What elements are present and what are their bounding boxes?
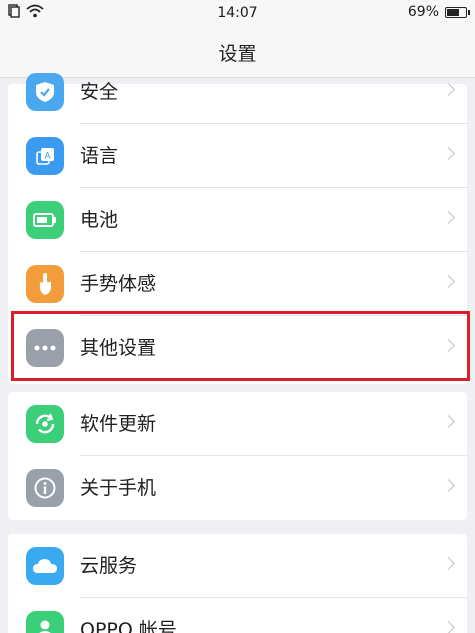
info-icon xyxy=(26,469,64,507)
chevron-right-icon xyxy=(442,415,455,428)
chevron-right-icon xyxy=(442,147,455,160)
status-icons-right: 69% xyxy=(407,4,470,20)
chevron-right-icon xyxy=(442,557,455,570)
settings-item-software-update[interactable]: 软件更新 xyxy=(8,392,467,456)
settings-item-cloud-service[interactable]: 云服务 xyxy=(8,534,467,598)
chevron-right-icon xyxy=(442,479,455,492)
battery-percent: 69% xyxy=(407,4,439,20)
settings-item-other-settings[interactable]: 其他设置 xyxy=(8,316,467,380)
status-bar: 14:07 69% xyxy=(0,0,475,28)
cloud-icon xyxy=(26,547,64,585)
svg-text:A: A xyxy=(44,152,51,162)
settings-item-about-phone[interactable]: 关于手机 xyxy=(8,456,467,520)
settings-item-label: 关于手机 xyxy=(80,477,157,499)
settings-item-label: 软件更新 xyxy=(80,413,157,435)
battery-icon xyxy=(26,201,64,239)
status-time: 14:07 xyxy=(217,5,258,21)
chevron-right-icon xyxy=(442,83,455,96)
settings-item-label: 云服务 xyxy=(80,555,138,577)
settings-item-label: 安全 xyxy=(80,81,119,103)
more-icon xyxy=(26,329,64,367)
settings-item-label: 语言 xyxy=(80,145,119,167)
settings-group-3: 云服务 OPPO 帐号 xyxy=(8,534,467,633)
settings-item-language[interactable]: A 语言 xyxy=(8,124,467,188)
settings-item-oppo-account[interactable]: OPPO 帐号 xyxy=(8,598,467,633)
settings-item-battery[interactable]: 电池 xyxy=(8,188,467,252)
gesture-icon xyxy=(26,265,64,303)
chevron-right-icon xyxy=(442,621,455,633)
settings-item-gestures[interactable]: 手势体感 xyxy=(8,252,467,316)
chevron-right-icon xyxy=(442,275,455,288)
update-icon xyxy=(26,405,64,443)
settings-group-1: 安全 A 语言 电池 手势体感 其他设置 xyxy=(8,73,467,384)
language-icon: A xyxy=(26,137,64,175)
settings-item-label: 手势体感 xyxy=(80,273,157,295)
chevron-right-icon xyxy=(442,211,455,224)
settings-item-label: 其他设置 xyxy=(80,337,157,359)
shield-icon xyxy=(26,73,64,111)
chevron-right-icon xyxy=(442,339,455,352)
settings-item-security[interactable]: 安全 xyxy=(8,60,467,124)
settings-group-2: 软件更新 关于手机 xyxy=(8,392,467,520)
battery-status-icon xyxy=(445,6,470,18)
settings-item-label: OPPO 帐号 xyxy=(80,619,177,633)
account-icon xyxy=(26,611,64,633)
settings-item-label: 电池 xyxy=(80,209,119,231)
